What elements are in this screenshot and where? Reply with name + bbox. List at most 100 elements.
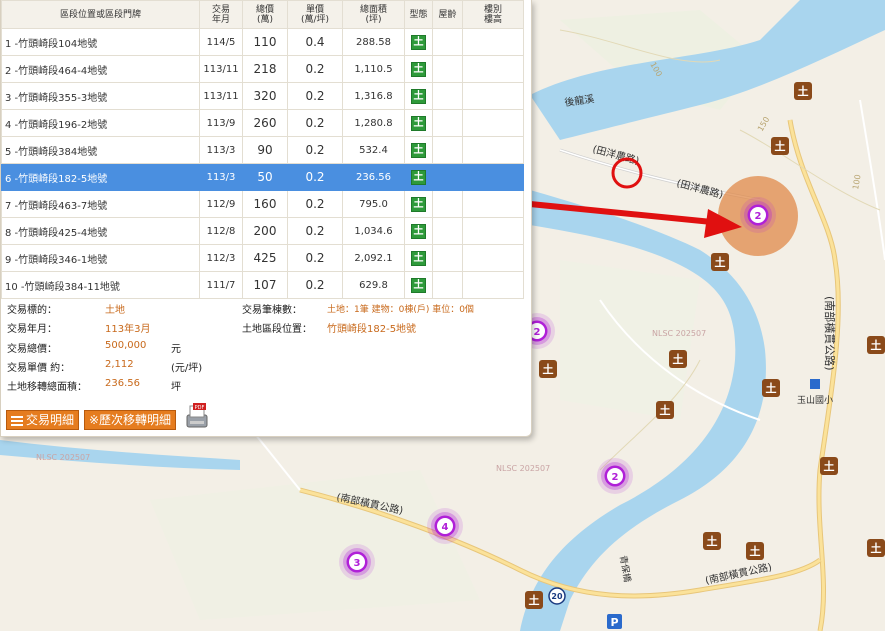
svg-text:土: 土: [707, 534, 718, 548]
svg-text:土: 土: [775, 139, 786, 153]
land-marker[interactable]: 土: [762, 379, 780, 397]
detail-target-value: 土地: [105, 305, 125, 316]
table-row[interactable]: 9 -竹頭崎段346-1地號 112/3 425 0.2 2,092.1 土: [1, 244, 524, 272]
cell-total: 160: [242, 190, 288, 218]
cell-type: 土: [404, 28, 433, 56]
detail-count-label: 交易筆棟數：: [242, 305, 302, 316]
table-row[interactable]: 4 -竹頭崎段196-2地號 113/9 260 0.2 1,280.8 土: [1, 109, 524, 137]
table-row[interactable]: 5 -竹頭崎段384地號 113/3 90 0.2 532.4 土: [1, 136, 524, 164]
cell-area: 795.0: [342, 190, 405, 218]
land-marker[interactable]: 土: [867, 336, 885, 354]
svg-text:3: 3: [354, 558, 361, 569]
svg-text:2: 2: [534, 327, 541, 338]
label-nlsc-1: NLSC 202507: [652, 329, 706, 338]
transfer-history-button[interactable]: ※歷次移轉明細: [84, 410, 177, 430]
cell-location: 6 -竹頭崎段182-5地號: [1, 163, 200, 191]
table-row[interactable]: 3 -竹頭崎段355-3地號 113/11 320 0.2 1,316.8 土: [1, 82, 524, 110]
cell-total: 50: [242, 163, 288, 191]
cell-age: [432, 136, 463, 164]
detail-area-value: 236.56: [105, 378, 140, 389]
detail-total-value: 500,000: [105, 340, 147, 351]
cell-total: 320: [242, 82, 288, 110]
cell-unit-price: 0.2: [287, 109, 343, 137]
cell-location: 10 -竹頭崎段384-11地號: [1, 271, 200, 299]
cell-type: 土: [404, 244, 433, 272]
land-marker[interactable]: 土: [656, 401, 674, 419]
cell-age: [432, 28, 463, 56]
cell-floor: [462, 55, 524, 83]
cell-date: 113/3: [199, 163, 243, 191]
land-type-icon: 土: [411, 250, 426, 266]
cell-date: 113/11: [199, 55, 243, 83]
school-icon: [810, 379, 820, 389]
svg-text:20: 20: [551, 592, 563, 601]
cluster-marker[interactable]: 3: [339, 544, 375, 580]
land-marker[interactable]: 土: [746, 542, 764, 560]
land-marker[interactable]: 土: [867, 539, 885, 557]
header-total: 總價 (萬): [242, 0, 288, 29]
cell-floor: [462, 271, 524, 299]
land-marker[interactable]: 土: [820, 457, 838, 475]
cell-type: 土: [404, 109, 433, 137]
transaction-panel: 區段位置或區段門牌 交易 年月 總價 (萬) 單價 (萬/坪) 總面積 (坪) …: [0, 0, 532, 437]
cell-unit-price: 0.4: [287, 28, 343, 56]
cell-total: 425: [242, 244, 288, 272]
label-road-south-vertical: (南部橫貫公路): [823, 296, 837, 371]
cell-unit-price: 0.2: [287, 136, 343, 164]
cell-date: 113/11: [199, 82, 243, 110]
cell-unit-price: 0.2: [287, 55, 343, 83]
cell-total: 107: [242, 271, 288, 299]
header-date: 交易 年月: [199, 0, 243, 29]
cell-date: 111/7: [199, 271, 243, 299]
land-type-icon: 土: [411, 196, 426, 212]
svg-text:P: P: [610, 616, 618, 629]
detail-count-value: 土地：1筆 建物：0棟(戶) 車位：0個: [327, 305, 474, 315]
header-age: 屋齡: [432, 0, 463, 29]
land-marker[interactable]: 土: [703, 532, 721, 550]
cell-type: 土: [404, 217, 433, 245]
table-row[interactable]: 8 -竹頭崎段425-4地號 112/8 200 0.2 1,034.6 土: [1, 217, 524, 245]
land-marker[interactable]: 土: [539, 360, 557, 378]
cell-area: 2,092.1: [342, 244, 405, 272]
table-header-row: 區段位置或區段門牌 交易 年月 總價 (萬) 單價 (萬/坪) 總面積 (坪) …: [1, 0, 524, 29]
land-type-icon: 土: [411, 142, 426, 158]
detail-target-label: 交易標的：: [7, 305, 57, 316]
table-row[interactable]: 1 -竹頭崎段104地號 114/5 110 0.4 288.58 土: [1, 28, 524, 56]
table-row[interactable]: 2 -竹頭崎段464-4地號 113/11 218 0.2 1,110.5 土: [1, 55, 524, 83]
cluster-marker[interactable]: 4: [427, 508, 463, 544]
svg-text:2: 2: [612, 472, 619, 483]
cluster-marker[interactable]: 2: [597, 458, 633, 494]
svg-text:土: 土: [798, 84, 809, 98]
cell-age: [432, 55, 463, 83]
cell-location: 9 -竹頭崎段346-1地號: [1, 244, 200, 272]
cell-location: 1 -竹頭崎段104地號: [1, 28, 200, 56]
cell-age: [432, 109, 463, 137]
land-marker[interactable]: 土: [794, 82, 812, 100]
land-marker[interactable]: 土: [771, 137, 789, 155]
detail-unit-value: 2,112: [105, 359, 134, 370]
cell-floor: [462, 136, 524, 164]
table-row[interactable]: 7 -竹頭崎段463-7地號 112/9 160 0.2 795.0 土: [1, 190, 524, 218]
land-marker[interactable]: 土: [669, 350, 687, 368]
cell-unit-price: 0.2: [287, 190, 343, 218]
detail-unit-label: 交易單價 約：: [7, 363, 71, 374]
transaction-detail-button[interactable]: 交易明細: [6, 410, 80, 430]
land-marker[interactable]: 土: [525, 591, 543, 609]
table-row[interactable]: 6 -竹頭崎段182-5地號 113/3 50 0.2 236.56 土: [1, 163, 524, 191]
cell-age: [432, 244, 463, 272]
cell-date: 113/9: [199, 109, 243, 137]
detail-unit-unit: (元/坪): [171, 363, 203, 374]
svg-text:土: 土: [673, 352, 684, 366]
detail-total-unit: 元: [171, 344, 181, 355]
cell-area: 1,280.8: [342, 109, 405, 137]
svg-text:土: 土: [824, 459, 835, 473]
cell-age: [432, 190, 463, 218]
table-row[interactable]: 10 -竹頭崎段384-11地號 111/7 107 0.2 629.8 土: [1, 271, 524, 299]
svg-text:土: 土: [529, 593, 540, 607]
pdf-print-icon[interactable]: PDF: [183, 402, 211, 430]
cluster-marker[interactable]: 2: [740, 197, 776, 233]
cell-location: 4 -竹頭崎段196-2地號: [1, 109, 200, 137]
svg-text:土: 土: [766, 381, 777, 395]
land-marker[interactable]: 土: [711, 253, 729, 271]
list-icon: [11, 414, 23, 428]
